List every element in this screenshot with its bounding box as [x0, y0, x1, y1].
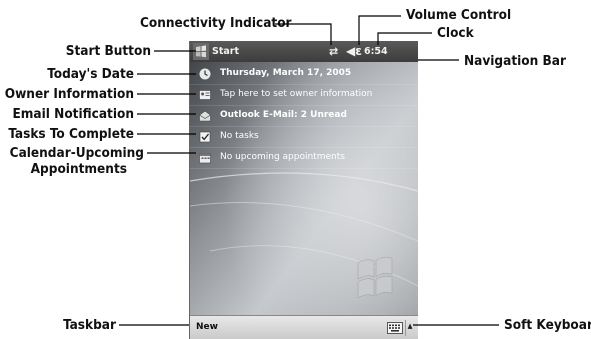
- label-email-notification: Email Notification: [12, 106, 134, 122]
- label-owner-information: Owner Information: [4, 86, 134, 102]
- envelope-icon: [199, 110, 211, 122]
- clock[interactable]: 6:54: [364, 46, 388, 57]
- label-calendar-upcoming: Calendar-Upcoming: [9, 145, 144, 161]
- owner-information-text: Tap here to set owner information: [220, 89, 373, 99]
- label-navigation-bar: Navigation Bar: [464, 53, 566, 69]
- label-tasks-to-complete: Tasks To Complete: [8, 126, 134, 142]
- clock-face-icon: [199, 68, 211, 80]
- new-button[interactable]: New: [196, 322, 218, 332]
- today-date-row[interactable]: Thursday, March 17, 2005: [190, 64, 418, 85]
- speaker-icon[interactable]: ◀ε: [346, 44, 362, 58]
- tasks-row[interactable]: No tasks: [190, 127, 418, 148]
- calendar-icon: [199, 153, 211, 164]
- label-todays-date: Today's Date: [47, 66, 134, 82]
- keyboard-icon[interactable]: [387, 322, 403, 334]
- windows-flag-icon[interactable]: [193, 43, 209, 60]
- checkbox-icon: [199, 131, 211, 143]
- calendar-text: No upcoming appointments: [220, 152, 345, 162]
- taskbar: New ▲: [190, 315, 418, 339]
- owner-information-row[interactable]: Tap here to set owner information: [190, 85, 418, 106]
- label-appointments: Appointments: [30, 161, 127, 177]
- label-connectivity-indicator: Connectivity Indicator: [140, 15, 292, 31]
- device-screen: Start ⇄ ◀ε 6:54 Thursday, March 17, 2005…: [189, 41, 418, 339]
- label-taskbar: Taskbar: [63, 317, 116, 333]
- tasks-text: No tasks: [220, 131, 259, 141]
- keyboard-menu-arrow-icon[interactable]: ▲: [405, 320, 414, 336]
- email-notification-row[interactable]: Outlook E-Mail: 2 Unread: [190, 106, 418, 127]
- today-date-text: Thursday, March 17, 2005: [220, 68, 352, 78]
- calendar-row[interactable]: No upcoming appointments: [190, 148, 418, 169]
- label-volume-control: Volume Control: [406, 7, 512, 23]
- navigation-bar: Start ⇄ ◀ε 6:54: [190, 41, 418, 62]
- start-button[interactable]: Start: [212, 46, 239, 57]
- label-start-button: Start Button: [65, 43, 151, 59]
- label-clock: Clock: [437, 25, 474, 41]
- contact-card-icon: [199, 90, 211, 100]
- label-soft-keyboard: Soft Keyboard: [504, 317, 591, 333]
- email-notification-text: Outlook E-Mail: 2 Unread: [220, 110, 347, 120]
- connectivity-arrows-icon[interactable]: ⇄: [329, 45, 338, 58]
